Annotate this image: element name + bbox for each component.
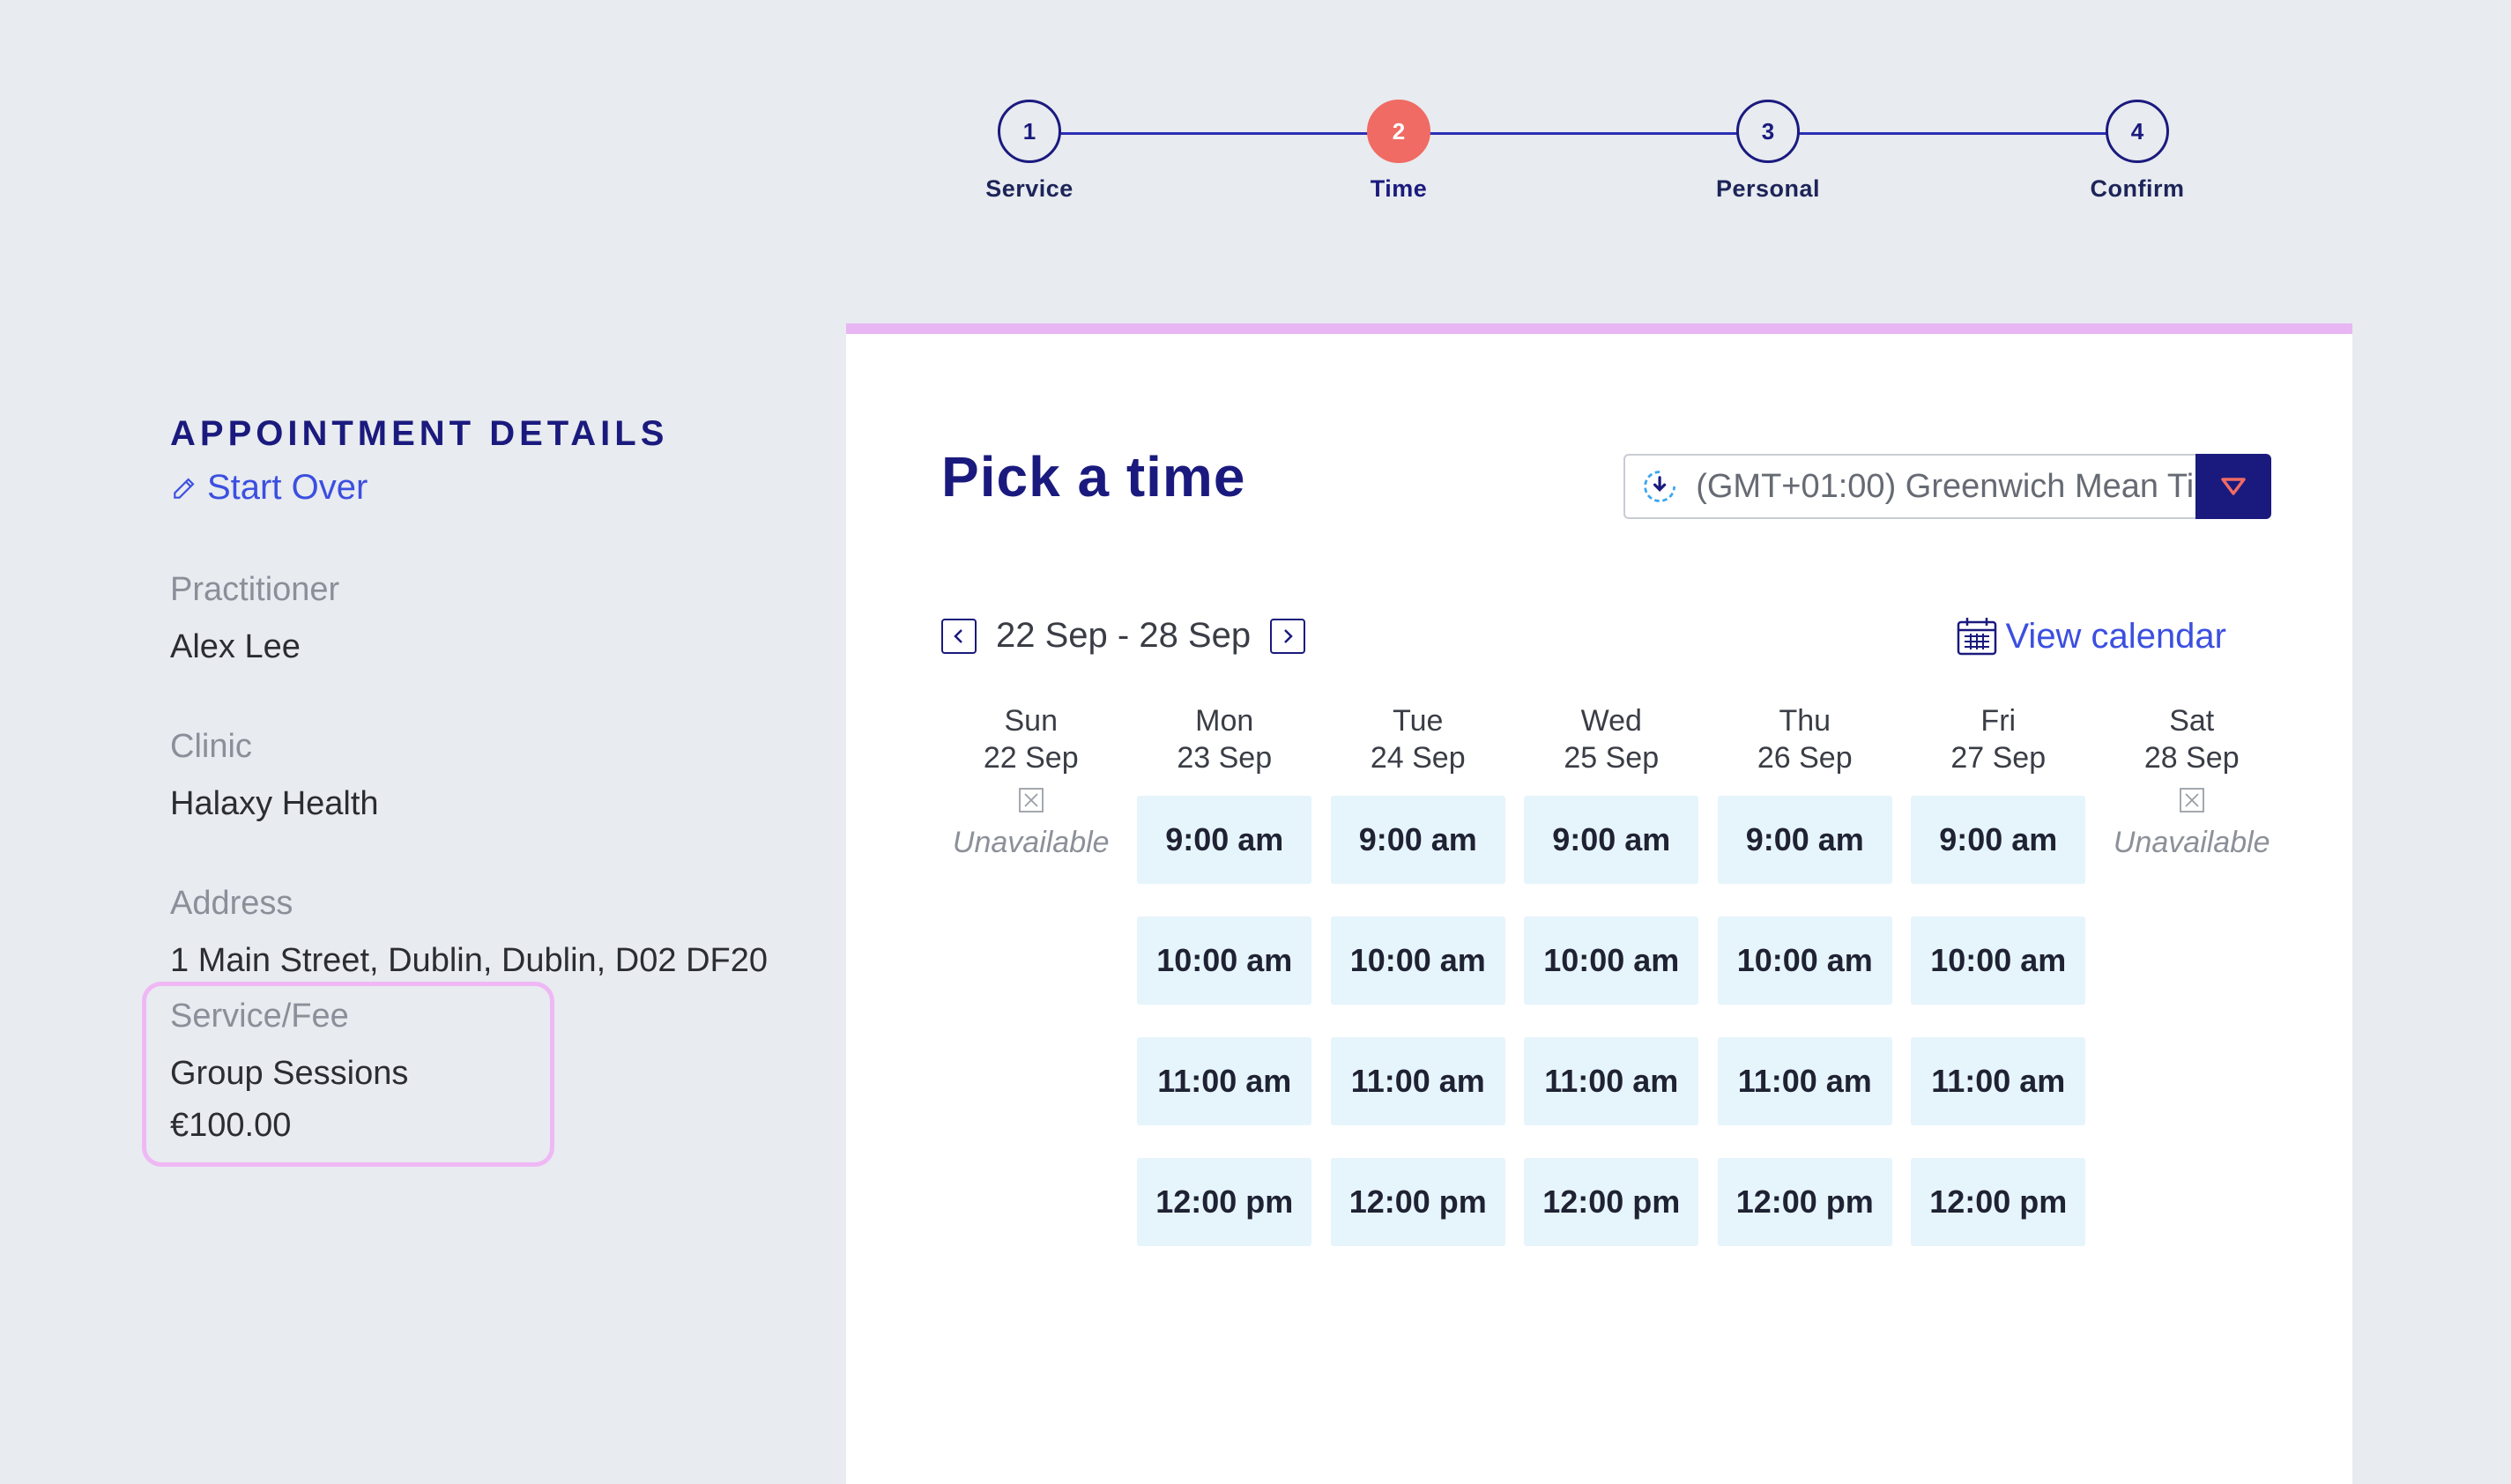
- chevron-right-icon: [1284, 628, 1293, 643]
- address-label: Address: [170, 885, 293, 922]
- clinic-value: Halaxy Health: [170, 785, 379, 822]
- timezone-select[interactable]: (GMT+01:00) Greenwich Mean Time: [1623, 454, 2271, 519]
- time-slot[interactable]: 10:00 am: [1330, 916, 1505, 1005]
- step-time[interactable]: 2 Time: [1284, 100, 1513, 203]
- step-number: 3: [1736, 100, 1800, 163]
- time-slot[interactable]: 12:00 pm: [1137, 1158, 1312, 1246]
- pencil-icon: [174, 477, 195, 499]
- progress-stepper: 1 Service 2 Time 3 Personal 4 Confirm: [0, 0, 2511, 229]
- unavailable-label: Unavailable: [952, 826, 1110, 859]
- day-column-sat: Sat 28 Sep Unavailable: [2095, 702, 2289, 1279]
- step-number: 1: [998, 100, 1061, 163]
- unavailable-indicator: Unavailable: [934, 776, 1128, 860]
- time-slot[interactable]: 12:00 pm: [1524, 1158, 1699, 1246]
- timezone-dropdown-button[interactable]: [2195, 454, 2271, 519]
- time-slot[interactable]: 10:00 am: [1911, 916, 2086, 1005]
- step-number: 2: [1367, 100, 1430, 163]
- day-column-mon: Mon 23 Sep 9:00 am 10:00 am 11:00 am 12:…: [1128, 702, 1322, 1279]
- start-over-link[interactable]: Start Over: [170, 468, 840, 508]
- day-column-tue: Tue 24 Sep 9:00 am 10:00 am 11:00 am 12:…: [1321, 702, 1515, 1279]
- step-service[interactable]: 1 Service: [915, 100, 1144, 203]
- week-grid: Sun 22 Sep Unavailable Mon 23 Sep 9:00 a…: [934, 702, 2289, 1279]
- day-column-sun: Sun 22 Sep Unavailable: [934, 702, 1128, 1279]
- day-name: Thu: [1779, 704, 1831, 738]
- step-label: Time: [1370, 175, 1428, 202]
- day-date: 22 Sep: [983, 741, 1079, 775]
- time-slot[interactable]: 11:00 am: [1330, 1037, 1505, 1125]
- prev-week-button[interactable]: [941, 618, 977, 654]
- day-date: 27 Sep: [1950, 741, 2047, 775]
- practitioner-label: Practitioner: [170, 571, 340, 608]
- time-slot[interactable]: 11:00 am: [1524, 1037, 1699, 1125]
- time-slot[interactable]: 11:00 am: [1911, 1037, 2086, 1125]
- day-date: 23 Sep: [1177, 741, 1273, 775]
- week-navigation: 22 Sep - 28 Sep: [941, 616, 1306, 656]
- unavailable-indicator: Unavailable: [2095, 776, 2289, 860]
- day-date: 24 Sep: [1370, 741, 1466, 775]
- unavailable-icon: [1018, 788, 1044, 812]
- time-slot[interactable]: 11:00 am: [1137, 1037, 1312, 1125]
- day-name: Sun: [1004, 704, 1059, 738]
- day-name: Wed: [1580, 704, 1642, 738]
- practitioner-value: Alex Lee: [170, 628, 301, 665]
- time-slot[interactable]: 12:00 pm: [1330, 1158, 1505, 1246]
- step-label: Confirm: [2090, 175, 2185, 202]
- chevron-left-icon: [954, 628, 962, 643]
- step-personal[interactable]: 3 Personal: [1653, 100, 1883, 203]
- clock-icon: [1644, 471, 1675, 502]
- timezone-value: (GMT+01:00) Greenwich Mean Time: [1696, 467, 2195, 505]
- time-slot[interactable]: 12:00 pm: [1717, 1158, 1892, 1246]
- time-slot[interactable]: 9:00 am: [1137, 796, 1312, 884]
- details-title: APPOINTMENT DETAILS: [170, 414, 669, 453]
- day-column-thu: Thu 26 Sep 9:00 am 10:00 am 11:00 am 12:…: [1708, 702, 1902, 1279]
- next-week-button[interactable]: [1270, 618, 1306, 654]
- step-label: Service: [985, 175, 1073, 202]
- chevron-down-icon: [2221, 478, 2246, 495]
- time-slot[interactable]: 9:00 am: [1524, 796, 1699, 884]
- day-name: Tue: [1393, 704, 1444, 738]
- view-calendar-label: View calendar: [2005, 616, 2226, 656]
- day-name: Mon: [1195, 704, 1254, 738]
- time-slot[interactable]: 9:00 am: [1330, 796, 1505, 884]
- step-number: 4: [2106, 100, 2169, 163]
- page-title: Pick a time: [941, 445, 1246, 508]
- step-label: Personal: [1715, 175, 1821, 202]
- day-name: Sat: [2169, 704, 2215, 738]
- pick-time-card: Pick a time (GMT+01:00) Greenwich Mean T…: [846, 323, 2352, 1484]
- clinic-label: Clinic: [170, 728, 252, 765]
- week-range: 22 Sep - 28 Sep: [996, 616, 1252, 655]
- fee-highlight-box: [142, 982, 554, 1167]
- unavailable-label: Unavailable: [2113, 826, 2270, 859]
- time-slot[interactable]: 12:00 pm: [1911, 1158, 2086, 1246]
- step-confirm[interactable]: 4 Confirm: [2023, 100, 2252, 203]
- view-calendar-link[interactable]: View calendar: [1956, 616, 2226, 657]
- address-value: 1 Main Street, Dublin, Dublin, D02 DF20: [170, 942, 768, 979]
- stepper-line: [1029, 132, 2137, 135]
- unavailable-icon: [2179, 788, 2204, 812]
- day-column-wed: Wed 25 Sep 9:00 am 10:00 am 11:00 am 12:…: [1515, 702, 1709, 1279]
- day-date: 25 Sep: [1564, 741, 1660, 775]
- time-slot[interactable]: 9:00 am: [1911, 796, 2086, 884]
- time-slot[interactable]: 10:00 am: [1137, 916, 1312, 1005]
- time-slot[interactable]: 11:00 am: [1717, 1037, 1892, 1125]
- start-over-label: Start Over: [207, 468, 368, 507]
- calendar-icon: [1958, 618, 1997, 656]
- day-name: Fri: [1980, 704, 2017, 738]
- time-slot[interactable]: 9:00 am: [1717, 796, 1892, 884]
- day-column-fri: Fri 27 Sep 9:00 am 10:00 am 11:00 am 12:…: [1902, 702, 2096, 1279]
- day-date: 26 Sep: [1757, 741, 1853, 775]
- day-date: 28 Sep: [2143, 741, 2240, 775]
- time-slot[interactable]: 10:00 am: [1717, 916, 1892, 1005]
- timezone-field[interactable]: (GMT+01:00) Greenwich Mean Time: [1623, 454, 2195, 519]
- time-slot[interactable]: 10:00 am: [1524, 916, 1699, 1005]
